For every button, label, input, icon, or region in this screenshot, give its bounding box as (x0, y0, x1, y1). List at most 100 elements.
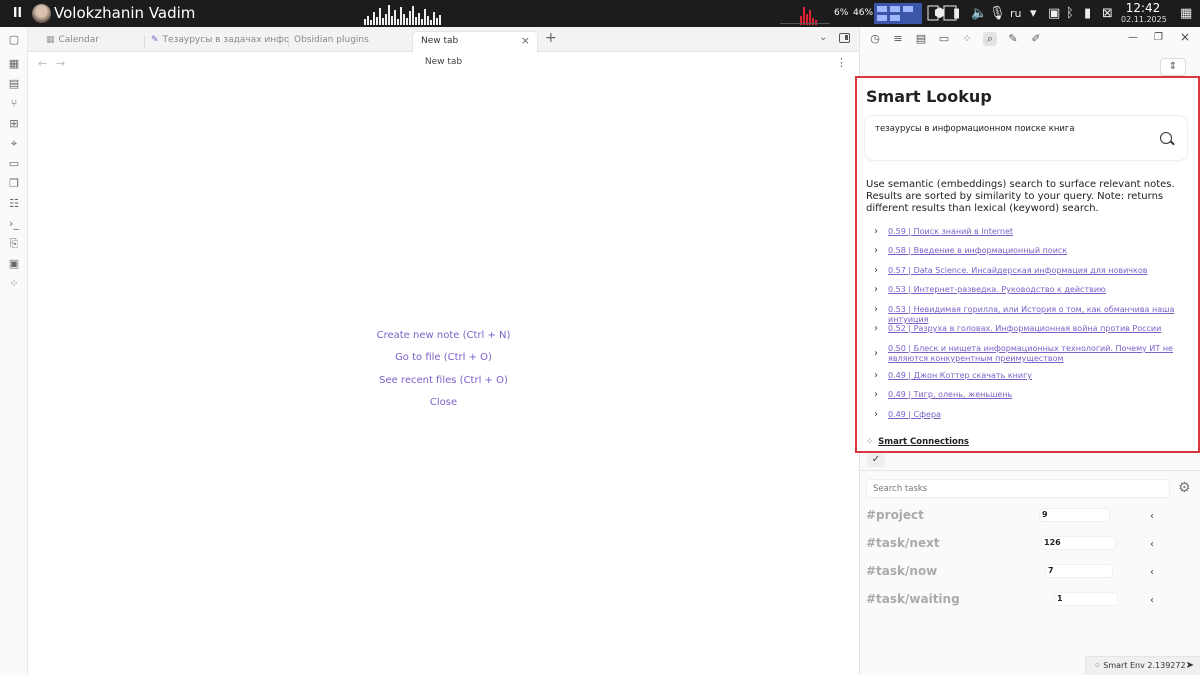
chevron-right-icon[interactable]: › (874, 227, 878, 237)
tab-thesaurus-note[interactable]: ✎Тезаурусы в задачах инфор... (143, 31, 288, 52)
tab-new-tab[interactable]: New tab × (412, 31, 538, 52)
toggle-right-sidebar-icon[interactable] (839, 33, 850, 43)
chevron-down-icon[interactable]: ⌄ (819, 32, 827, 43)
footer-link[interactable]: Smart Connections (878, 437, 969, 447)
message-icon[interactable]: ▭ (937, 32, 951, 46)
status-text: Smart Env 2.139272 (1103, 661, 1186, 670)
user-name[interactable]: Volokzhanin Vadim (54, 4, 195, 22)
task-count-bar: 7 (1046, 565, 1112, 577)
chevron-left-icon[interactable]: ‹ (1150, 511, 1154, 522)
system-clock[interactable]: 12:42 02.11.2025 (1121, 2, 1167, 25)
edit-icon[interactable]: ✎ (1006, 32, 1020, 46)
result-link[interactable]: 0.49 | Джон Коттер скачать книгу (888, 371, 1188, 381)
result-link[interactable]: 0.53 | Невидимая горилла, или История о … (888, 305, 1188, 325)
search-icon[interactable] (1160, 132, 1172, 144)
daily-note-icon[interactable]: ▤ (7, 77, 21, 91)
volume-icon[interactable]: 🔈 (971, 6, 987, 21)
result-link[interactable]: 0.57 | Data Science. Инсайдерская информ… (888, 266, 1188, 276)
smart-connections-footer[interactable]: ⁘ Smart Connections (866, 437, 969, 447)
chevron-right-icon[interactable]: › (874, 305, 878, 315)
chevron-right-icon[interactable]: › (874, 266, 878, 276)
new-tab-plus-icon[interactable]: + (545, 30, 557, 46)
toggle-left-sidebar-icon[interactable]: ▢ (7, 33, 21, 47)
close-tab-link[interactable]: Close (28, 397, 859, 408)
chat-icon[interactable]: ▭ (7, 157, 21, 171)
kanban-icon[interactable]: ☷ (7, 197, 21, 211)
media-icon[interactable]: ▮ (953, 6, 960, 21)
close-session-icon[interactable]: ⊠ (1102, 6, 1113, 21)
smart-connections-icon: ⁘ (1094, 661, 1104, 670)
desktop-icon[interactable]: ▦ (1180, 6, 1192, 21)
smart-env-status[interactable]: ⁘ Smart Env 2.139272 (1094, 661, 1186, 670)
chevron-right-icon[interactable]: › (874, 390, 878, 400)
chevron-right-icon[interactable]: › (874, 371, 878, 381)
maximize-icon[interactable]: ❐ (1154, 32, 1163, 43)
comment-icon[interactable]: ▣ (7, 257, 21, 271)
more-options-icon[interactable]: ⋮ (836, 56, 847, 69)
microphone-icon[interactable]: 🎙 (989, 6, 1006, 21)
result-link[interactable]: 0.52 | Разруха в головах. Информационная… (888, 324, 1188, 334)
notes-icon[interactable]: ▣ (1048, 6, 1060, 21)
gear-icon[interactable]: ⚙ (1178, 480, 1191, 496)
chevron-right-icon[interactable]: › (874, 349, 878, 359)
result-link[interactable]: 0.49 | Тигр, олень, женьшень (888, 390, 1188, 400)
terminal-icon[interactable]: ›_ (7, 217, 21, 231)
chevron-right-icon[interactable]: › (874, 324, 878, 334)
result-link[interactable]: 0.58 | Введение в информационный поиск (888, 246, 1188, 256)
location-icon[interactable]: ⬢ (934, 6, 945, 21)
calendar-icon: ▦ (46, 35, 55, 45)
chevron-left-icon[interactable]: ‹ (1150, 595, 1154, 606)
tab-label: Calendar (58, 35, 99, 45)
result-link[interactable]: 0.50 | Блеск и нищета информационных тех… (888, 344, 1188, 364)
bluetooth-icon[interactable]: ᛒ (1066, 6, 1074, 21)
user-avatar[interactable] (32, 4, 51, 23)
smart-lookup-query-input[interactable]: тезаурусы в информационном поиске книга (865, 116, 1187, 160)
calendar-icon[interactable]: ▦ (7, 57, 21, 71)
chevron-right-icon[interactable]: › (874, 246, 878, 256)
smart-connections-icon[interactable]: ⁘ (960, 32, 974, 46)
clock-icon[interactable]: ◷ (868, 32, 882, 46)
archive-icon[interactable]: ▤ (914, 32, 928, 46)
chevron-left-icon[interactable]: ‹ (1150, 539, 1154, 550)
copy-icon[interactable]: ❐ (7, 177, 21, 191)
check-icon[interactable]: ✓ (867, 453, 885, 467)
create-new-note-link[interactable]: Create new note (Ctrl + N) (28, 330, 859, 341)
go-to-file-link[interactable]: Go to file (Ctrl + O) (28, 352, 859, 363)
smart-connections-icon[interactable]: ⁘ (7, 277, 21, 291)
tasks-search-input[interactable]: Search tasks (866, 479, 1170, 498)
close-window-icon[interactable]: × (1180, 30, 1190, 44)
file-export-icon[interactable]: ⎘ (7, 237, 21, 251)
task-tag-next[interactable]: #task/next (866, 536, 940, 550)
left-ribbon: ▢ ▦ ▤ ⑂ ⊞ ⌖ ▭ ❐ ☷ ›_ ⎘ ▣ ⁘ (0, 27, 28, 675)
cpu-graph (364, 5, 441, 25)
task-tag-now[interactable]: #task/now (866, 564, 937, 578)
send-icon[interactable]: ➤ (1186, 657, 1194, 675)
map-pin-icon[interactable]: ⌖ (7, 137, 21, 151)
expand-icon[interactable]: ⇕ (1160, 58, 1186, 76)
keyboard-language[interactable]: ru (1010, 7, 1022, 20)
wifi-icon[interactable]: ▾ (1030, 6, 1037, 21)
pin-icon: ✎ (151, 35, 159, 45)
chevron-right-icon[interactable]: › (874, 410, 878, 420)
search-icon[interactable]: ⌕ (983, 32, 997, 46)
system-logo[interactable]: ll (13, 6, 22, 21)
tab-obsidian-plugins[interactable]: Obsidian plugins (286, 31, 406, 52)
battery-icon[interactable]: ▮ (1084, 6, 1091, 21)
minimize-icon[interactable]: — (1128, 32, 1138, 43)
canvas-icon[interactable]: ⊞ (7, 117, 21, 131)
clock-date: 02.11.2025 (1121, 15, 1167, 24)
task-tag-waiting[interactable]: #task/waiting (866, 592, 960, 606)
cpu-percent: 6% (834, 8, 849, 18)
task-tag-project[interactable]: #project (866, 508, 924, 522)
recent-files-link[interactable]: See recent files (Ctrl + O) (28, 375, 859, 386)
list-icon[interactable]: ≡ (891, 32, 905, 46)
graph-view-icon[interactable]: ⑂ (7, 97, 21, 111)
chevron-left-icon[interactable]: ‹ (1150, 567, 1154, 578)
close-icon[interactable]: × (521, 32, 530, 50)
pen-icon[interactable]: ✐ (1029, 32, 1043, 46)
result-link[interactable]: 0.59 | Поиск знаний в Internet (888, 227, 1188, 237)
chevron-right-icon[interactable]: › (874, 285, 878, 295)
result-link[interactable]: 0.49 | Сфера (888, 410, 1188, 420)
tab-calendar[interactable]: ▦ Calendar (38, 31, 148, 52)
result-link[interactable]: 0.53 | Интернет-разведка. Руководство к … (888, 285, 1188, 295)
